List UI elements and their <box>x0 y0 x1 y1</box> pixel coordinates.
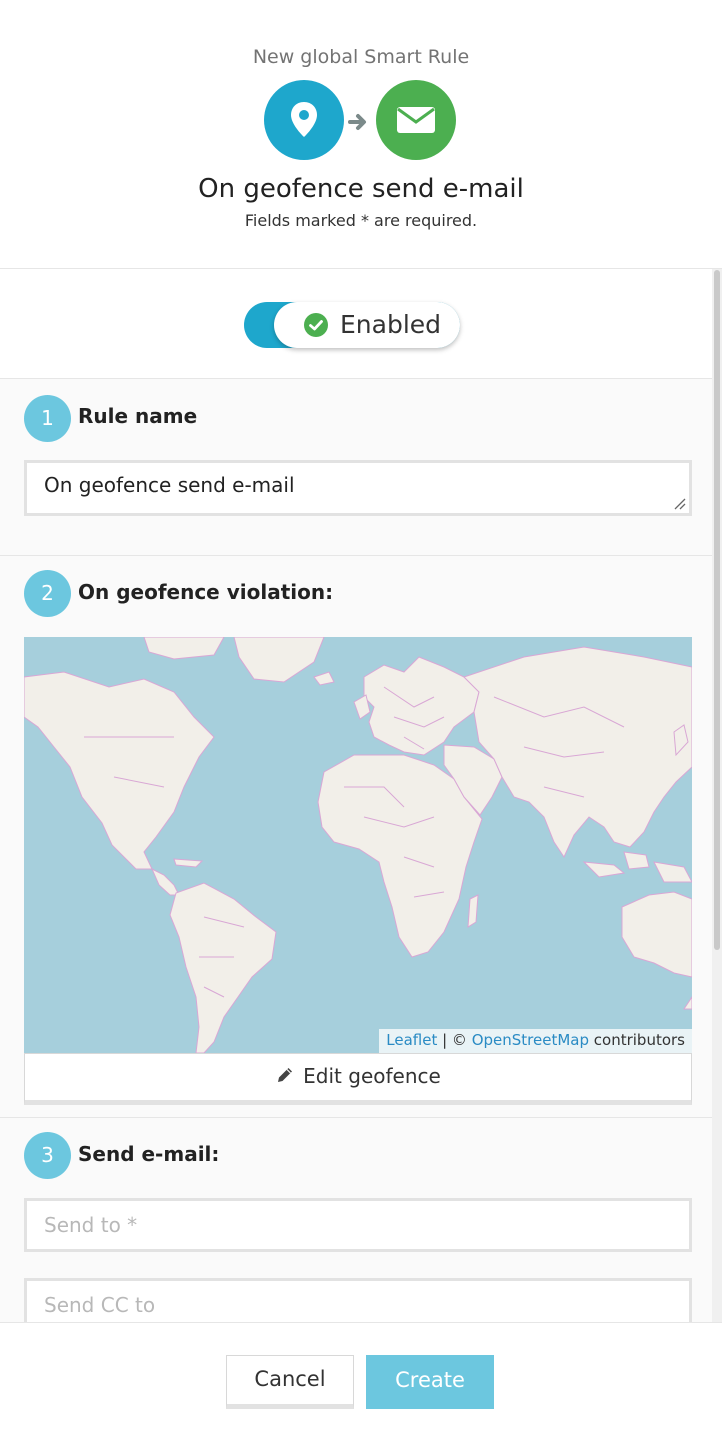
dialog-title: On geofence send e-mail <box>198 174 524 204</box>
enabled-toggle[interactable]: Enabled <box>244 302 460 348</box>
world-map[interactable]: Leaflet | © OpenStreetMap contributors <box>24 637 692 1053</box>
section-geofence: 2 On geofence violation: Leaflet | © Ope… <box>0 556 712 1118</box>
send-cc-placeholder: Send CC to <box>44 1293 156 1317</box>
send-to-placeholder: Send to * <box>44 1213 138 1237</box>
create-button[interactable]: Create <box>366 1355 494 1409</box>
toggle-knob[interactable]: Enabled <box>274 302 460 348</box>
arrow-right-icon <box>348 114 366 130</box>
cancel-button[interactable]: Cancel <box>226 1355 354 1409</box>
step-number-1: 1 <box>24 395 71 442</box>
section-rule-name: 1 Rule name On geofence send e-mail <box>0 379 712 556</box>
section-label-rule-name: Rule name <box>78 404 198 428</box>
section-label-geofence: On geofence violation: <box>78 580 334 604</box>
rule-name-value: On geofence send e-mail <box>44 473 295 497</box>
check-circle-icon <box>304 313 328 337</box>
edit-geofence-button[interactable]: Edit geofence <box>24 1053 692 1105</box>
dialog-header: New global Smart Rule On geofence send e… <box>0 0 722 269</box>
dialog-subtitle: New global Smart Rule <box>252 46 470 68</box>
dialog-footer: Cancel Create <box>0 1322 722 1441</box>
toggle-label: Enabled <box>340 310 442 339</box>
map-attribution: Leaflet | © OpenStreetMap contributors <box>379 1029 692 1053</box>
form-scroll-area[interactable]: Enabled 1 Rule name On geofence send e-m… <box>0 269 712 1322</box>
pencil-icon <box>278 1068 293 1082</box>
required-note: Fields marked * are required. <box>244 211 478 230</box>
envelope-icon <box>376 80 456 160</box>
map-tiles <box>24 637 692 1053</box>
step-number-2: 2 <box>24 570 71 617</box>
resize-handle-icon[interactable] <box>672 496 686 510</box>
send-to-input[interactable]: Send to * <box>24 1198 692 1252</box>
scrollbar-thumb[interactable] <box>714 270 720 950</box>
location-pin-icon <box>264 80 344 160</box>
edit-geofence-label: Edit geofence <box>303 1064 441 1088</box>
send-cc-input[interactable]: Send CC to <box>24 1278 692 1322</box>
openstreetmap-link[interactable]: OpenStreetMap <box>472 1031 589 1049</box>
rule-name-textarea[interactable]: On geofence send e-mail <box>24 460 692 516</box>
section-send-email: 3 Send e-mail: Send to * Send CC to <box>0 1118 712 1322</box>
step-number-3: 3 <box>24 1132 71 1179</box>
attribution-separator: | © <box>437 1031 472 1049</box>
section-label-send-email: Send e-mail: <box>78 1142 220 1166</box>
leaflet-link[interactable]: Leaflet <box>386 1031 437 1049</box>
attribution-contributors: contributors <box>589 1031 685 1049</box>
enabled-toggle-band: Enabled <box>0 269 712 379</box>
